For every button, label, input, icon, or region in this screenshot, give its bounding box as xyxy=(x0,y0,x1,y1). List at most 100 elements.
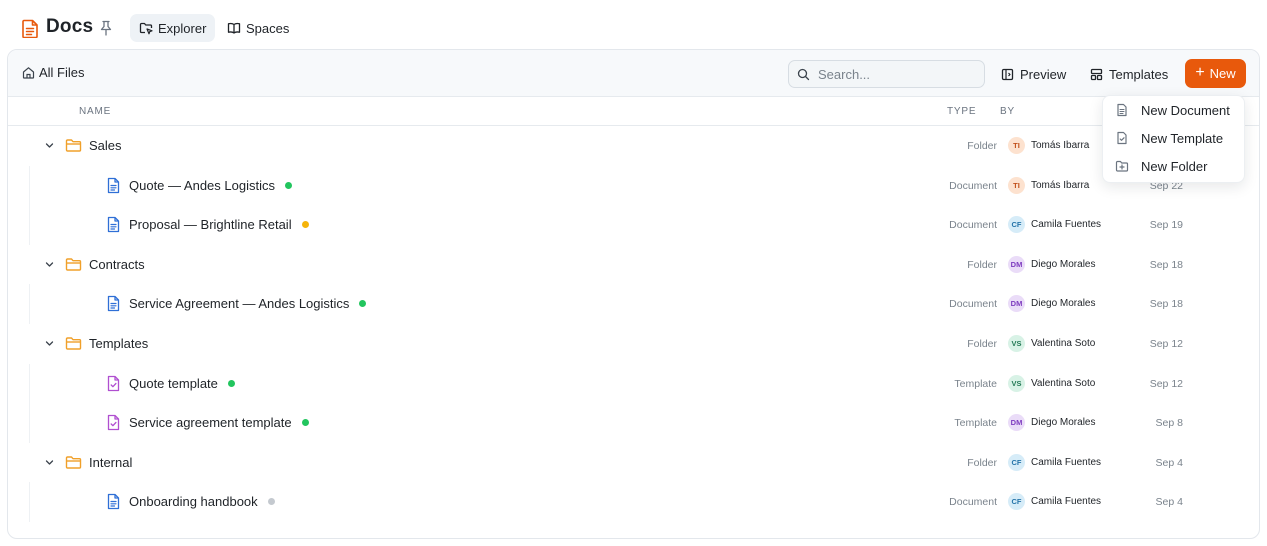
owner-name: Tomás Ibarra xyxy=(1031,140,1090,151)
row-type: Folder xyxy=(967,258,997,271)
avatar: DM xyxy=(1008,414,1025,432)
tree-guide-line xyxy=(29,403,30,443)
folder-icon xyxy=(65,258,82,271)
top-bar: Docs Explorer Spaces xyxy=(0,0,1267,50)
breadcrumb[interactable]: All Files xyxy=(22,65,85,80)
file-row[interactable]: Onboarding handbook Document CF Camila Fuen… xyxy=(8,482,1259,522)
row-owner: TI Tomás Ibarra xyxy=(1008,137,1089,154)
plus-icon: + xyxy=(1195,63,1205,81)
folder-row[interactable]: Sales Folder TI Tomás Ibarra xyxy=(8,126,1259,166)
row-name: Quote — Andes Logistics xyxy=(129,177,275,193)
menu-item-new-template[interactable]: New Template xyxy=(1103,124,1244,152)
file-row[interactable]: Proposal — Brightline Retail Document CF Ca… xyxy=(8,205,1259,245)
owner-name: Diego Morales xyxy=(1031,417,1096,429)
status-dot xyxy=(301,419,309,427)
column-by-header[interactable]: BY xyxy=(1000,106,1015,117)
tree-guide-line xyxy=(29,482,30,522)
status-dot xyxy=(227,379,235,387)
menu-item-label: New Template xyxy=(1141,130,1224,146)
search-input[interactable] xyxy=(818,66,978,82)
preview-label: Preview xyxy=(1020,66,1067,82)
new-button[interactable]: + New xyxy=(1185,59,1246,88)
document-icon xyxy=(1117,103,1127,117)
folder-row[interactable]: Contracts Folder DM Diego Morales Sep 18 xyxy=(8,245,1259,285)
row-date: Sep 18 xyxy=(1149,258,1183,271)
chevron-down-icon[interactable] xyxy=(44,259,55,270)
row-owner: CF Camila Fuentes xyxy=(1008,453,1102,471)
pin-icon[interactable] xyxy=(99,20,113,36)
folder-row[interactable]: Templates Folder VS Valentina Soto Sep 12 xyxy=(8,324,1259,364)
book-icon xyxy=(227,22,241,34)
document-icon xyxy=(107,217,120,233)
row-name: Service Agreement — Andes Logistics xyxy=(129,296,350,312)
folder-icon xyxy=(65,139,82,152)
owner-name: Camila Fuentes xyxy=(1031,496,1102,508)
owner-name: Tomás Ibarra xyxy=(1031,179,1090,191)
row-name: Internal xyxy=(89,454,133,470)
column-type-header[interactable]: TYPE xyxy=(947,106,976,117)
row-date: Sep 8 xyxy=(1155,417,1183,430)
template-icon xyxy=(107,375,120,391)
home-icon xyxy=(22,67,35,79)
toolbar: All Files Preview Templates xyxy=(8,50,1259,97)
file-row[interactable]: Service Agreement — Andes Logistics Docum… xyxy=(8,284,1259,324)
tree-guide-line xyxy=(29,205,30,245)
row-type: Folder xyxy=(967,337,997,350)
file-row[interactable]: Service agreement template Template DM Dieg… xyxy=(8,403,1259,443)
chevron-down-icon[interactable] xyxy=(44,457,55,468)
menu-item-new-document[interactable]: New Document xyxy=(1103,96,1244,124)
docs-app-icon xyxy=(22,19,38,38)
row-date: Sep 19 xyxy=(1149,219,1183,232)
row-name: Quote template xyxy=(129,375,218,391)
owner-name: Valentina Soto xyxy=(1031,377,1096,389)
document-icon xyxy=(107,177,120,193)
row-owner: CF Camila Fuentes xyxy=(1008,493,1102,511)
tab-explorer-label: Explorer xyxy=(158,20,207,36)
templates-icon xyxy=(1090,68,1103,80)
file-row[interactable]: Quote — Andes Logistics Document TI Tomás I… xyxy=(8,165,1259,206)
row-type: Document xyxy=(949,219,997,232)
row-type: Template xyxy=(954,377,997,390)
template-icon xyxy=(1117,131,1127,145)
row-type: Folder xyxy=(967,140,997,152)
status-dot xyxy=(359,300,367,308)
row-name: Templates xyxy=(89,335,149,351)
row-date: Sep 18 xyxy=(1149,298,1183,311)
row-name: Onboarding handbook xyxy=(129,494,258,510)
owner-name: Camila Fuentes xyxy=(1031,219,1102,231)
tab-spaces[interactable]: Spaces xyxy=(218,14,298,42)
owner-name: Camila Fuentes xyxy=(1031,456,1102,468)
template-icon xyxy=(107,415,120,431)
row-owner: CF Camila Fuentes xyxy=(1008,216,1102,234)
search-box[interactable] xyxy=(788,60,985,88)
file-explorer-panel: All Files Preview Templates xyxy=(7,49,1260,539)
status-dot xyxy=(284,181,292,189)
chevron-down-icon[interactable] xyxy=(44,338,55,349)
row-owner: VS Valentina Soto xyxy=(1008,334,1096,352)
row-type: Document xyxy=(949,496,997,509)
avatar: TI xyxy=(1008,137,1025,154)
row-date: Sep 4 xyxy=(1155,456,1183,469)
tree-guide-line xyxy=(29,165,30,206)
search-icon xyxy=(797,68,810,80)
menu-item-new-folder[interactable]: New Folder xyxy=(1103,152,1244,180)
preview-button[interactable]: Preview xyxy=(1001,60,1066,88)
row-type: Folder xyxy=(967,456,997,469)
chevron-down-icon[interactable] xyxy=(44,140,55,151)
file-row[interactable]: Quote template Template VS Valentina Soto Se… xyxy=(8,363,1259,404)
avatar: CF xyxy=(1008,453,1025,471)
avatar: CF xyxy=(1008,493,1025,511)
folder-icon xyxy=(65,456,82,469)
row-type: Document xyxy=(949,298,997,311)
templates-button[interactable]: Templates xyxy=(1090,60,1168,88)
column-name-header[interactable]: NAME xyxy=(79,106,111,117)
row-date: Sep 12 xyxy=(1149,337,1183,350)
tab-explorer[interactable]: Explorer xyxy=(130,14,216,42)
breadcrumb-label: All Files xyxy=(39,65,85,80)
tree-guide-line xyxy=(29,284,30,324)
row-name: Service agreement template xyxy=(129,415,292,431)
row-date: Sep 12 xyxy=(1149,377,1183,390)
folder-row[interactable]: Internal Folder CF Camila Fuentes Sep 4 xyxy=(8,443,1259,483)
row-owner: DM Diego Morales xyxy=(1008,414,1096,432)
owner-name: Valentina Soto xyxy=(1031,337,1096,349)
